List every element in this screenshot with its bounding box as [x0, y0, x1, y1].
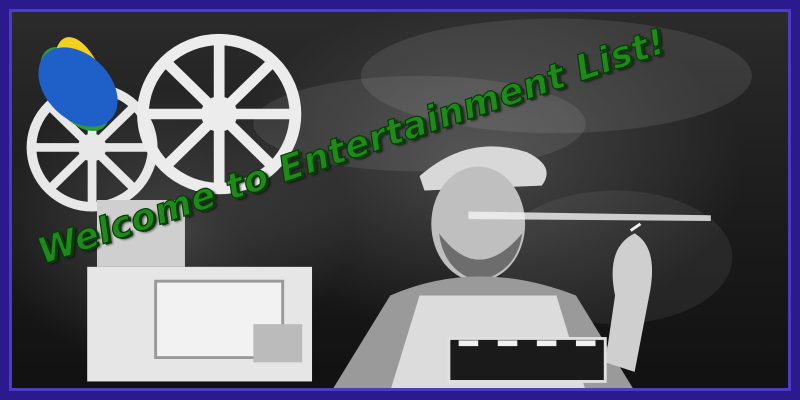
- site-logo[interactable]: [23, 29, 123, 139]
- projector-photo-illustration: [26, 18, 752, 391]
- circular-swoosh-logo-icon: [38, 37, 118, 132]
- background-photo: [9, 9, 791, 391]
- welcome-banner: Welcome to Entertainment List!: [0, 0, 800, 400]
